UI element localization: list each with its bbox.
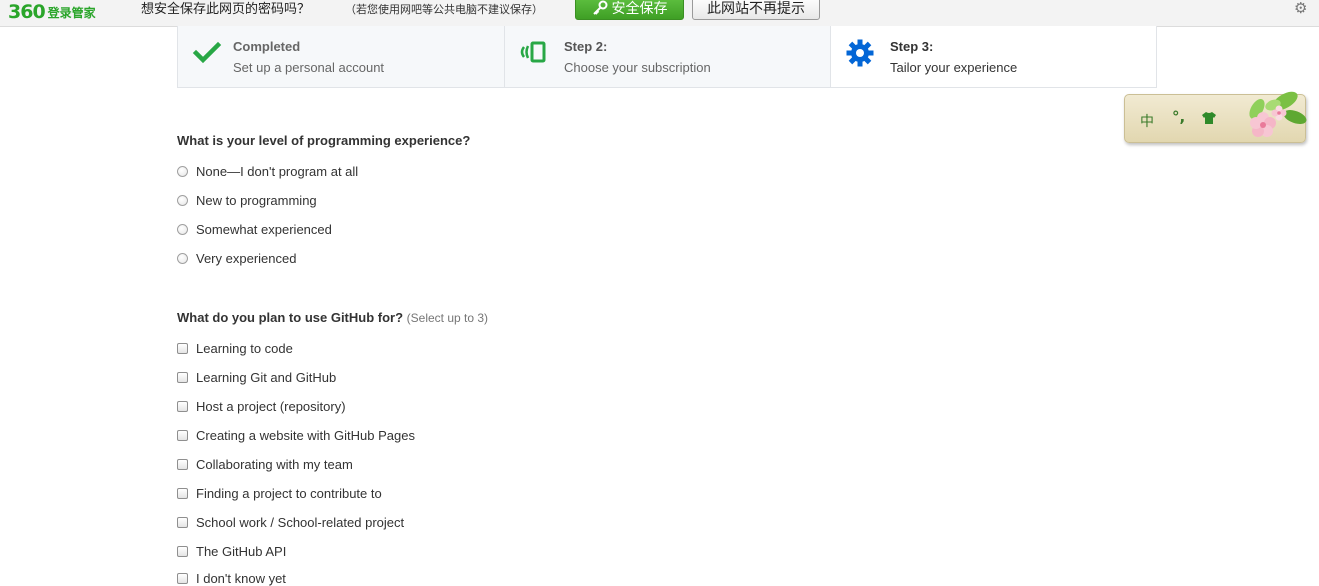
option-label: I don't know yet <box>196 570 286 586</box>
usage-option-learning-code[interactable]: Learning to code <box>177 340 293 356</box>
gear-icon[interactable]: ⚙ <box>1294 0 1307 17</box>
usage-option-collaborating[interactable]: Collaborating with my team <box>177 456 353 472</box>
radio-button[interactable] <box>177 252 188 264</box>
step-title: Step 2: <box>564 39 608 54</box>
usage-question-text: What do you plan to use GitHub for? <box>177 310 404 325</box>
option-label: School work / School-related project <box>196 514 405 530</box>
option-label: Learning Git and GitHub <box>196 369 337 385</box>
option-label: Finding a project to contribute to <box>196 485 382 501</box>
brand-name: 登录管家 <box>47 5 96 20</box>
usage-option-contribute[interactable]: Finding a project to contribute to <box>177 485 382 501</box>
experience-option-somewhat[interactable]: Somewhat experienced <box>177 221 332 237</box>
option-label: Somewhat experienced <box>196 221 332 237</box>
checkbox[interactable] <box>177 545 188 557</box>
radio-button[interactable] <box>177 165 188 177</box>
ime-punctuation-toggle[interactable]: °, <box>1172 108 1185 126</box>
option-label: Collaborating with my team <box>196 456 353 472</box>
checkbox[interactable] <box>177 487 188 499</box>
step-subscription: Step 2: Choose your subscription <box>505 26 831 87</box>
ime-toolbar[interactable]: 中 °, <box>1124 91 1307 143</box>
usage-option-dont-know[interactable]: I don't know yet <box>177 570 286 586</box>
key-icon <box>592 0 607 15</box>
subscription-icon <box>520 41 546 63</box>
signup-steps: Completed Set up a personal account Step… <box>177 26 1157 88</box>
flower-icon <box>1249 91 1307 137</box>
checkbox[interactable] <box>177 429 188 441</box>
usage-option-pages-website[interactable]: Creating a website with GitHub Pages <box>177 427 415 443</box>
radio-button[interactable] <box>177 194 188 206</box>
radio-button[interactable] <box>177 223 188 235</box>
checkbox[interactable] <box>177 516 188 528</box>
usage-option-learning-git[interactable]: Learning Git and GitHub <box>177 369 336 385</box>
option-label: None—I don't program at all <box>196 163 359 179</box>
usage-hint: (Select up to 3) <box>406 311 489 325</box>
usage-option-host-project[interactable]: Host a project (repository) <box>177 398 346 414</box>
option-label: Learning to code <box>196 340 293 356</box>
usage-option-api[interactable]: The GitHub API <box>177 543 286 559</box>
step-completed: Completed Set up a personal account <box>178 26 505 87</box>
gear-icon <box>846 39 874 67</box>
shirt-icon[interactable] <box>1201 110 1217 126</box>
public-computer-note: （若您使用网吧等公共电脑不建议保存） <box>345 3 543 16</box>
password-save-bar: 360 登录管家 想安全保存此网页的密码吗？ （若您使用网吧等公共电脑不建议保存… <box>0 0 1319 27</box>
never-prompt-button[interactable]: 此网站不再提示 <box>692 0 820 20</box>
step-description: Choose your subscription <box>564 60 711 75</box>
check-icon <box>192 41 222 64</box>
ime-mode-toggle[interactable]: 中 <box>1140 111 1154 131</box>
step-title: Step 3: <box>890 39 934 54</box>
save-password-button[interactable]: 安全保存 <box>575 0 684 20</box>
step-description: Set up a personal account <box>233 60 385 75</box>
save-password-prompt: 想安全保存此网页的密码吗？ <box>141 2 311 17</box>
checkbox[interactable] <box>177 458 188 470</box>
option-label: New to programming <box>196 192 317 208</box>
usage-option-school[interactable]: School work / School-related project <box>177 514 404 530</box>
step-description: Tailor your experience <box>890 60 1018 75</box>
checkbox[interactable] <box>177 400 188 412</box>
usage-question: What do you plan to use GitHub for? (Sel… <box>177 310 488 325</box>
checkbox[interactable] <box>177 371 188 383</box>
brand-logo: 360 登录管家 <box>8 1 96 23</box>
option-label: Creating a website with GitHub Pages <box>196 427 415 443</box>
option-label: Very experienced <box>196 250 297 266</box>
option-label: The GitHub API <box>196 543 287 559</box>
experience-question: What is your level of programming experi… <box>177 133 471 148</box>
experience-option-none[interactable]: None—I don't program at all <box>177 163 358 179</box>
save-password-label: 安全保存 <box>611 1 668 17</box>
step-tailor: Step 3: Tailor your experience <box>831 26 1156 87</box>
checkbox[interactable] <box>177 342 188 354</box>
brand-number: 360 <box>8 1 46 23</box>
experience-option-very[interactable]: Very experienced <box>177 250 296 266</box>
step-title: Completed <box>233 39 301 54</box>
option-label: Host a project (repository) <box>196 398 346 414</box>
experience-option-new[interactable]: New to programming <box>177 192 317 208</box>
